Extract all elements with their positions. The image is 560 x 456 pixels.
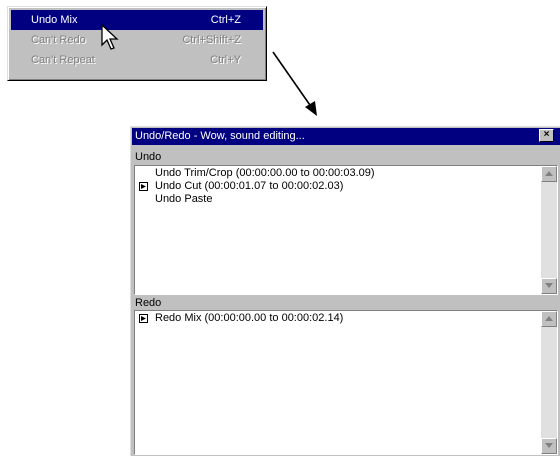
menu-item-shortcut: Ctrl+Z (210, 14, 241, 26)
menu-item-undo-mix[interactable]: Undo Mix Ctrl+Z (11, 10, 263, 30)
undo-scrollbar[interactable] (541, 166, 557, 294)
undo-list-item[interactable]: Undo Paste (135, 193, 540, 206)
undo-list[interactable]: Undo Trim/Crop (00:00:00.00 to 00:00:03.… (134, 165, 558, 295)
menu-item-shortcut: Ctrl+Y (210, 54, 241, 66)
scroll-up-arrow-icon (545, 316, 553, 321)
window-title: Undo/Redo - Wow, sound editing... (135, 130, 305, 142)
undo-section-label: Undo (135, 151, 162, 163)
menu-item-shortcut: Ctrl+Shift+Z (182, 34, 241, 46)
menu-item-cant-repeat[interactable]: Can't Repeat Ctrl+Y (11, 50, 263, 70)
mouse-pointer-icon (101, 24, 119, 50)
window-title-bar[interactable]: Undo/Redo - Wow, sound editing... (132, 128, 560, 145)
menu-item-label: Can't Repeat (31, 54, 95, 66)
undo-redo-window: Undo/Redo - Wow, sound editing... × Undo… (130, 126, 560, 456)
current-position-marker-icon (139, 314, 148, 323)
redo-list-item-label: Redo Mix (00:00:00.00 to 00:00:02.14) (155, 312, 344, 324)
callout-arrow-icon (272, 51, 317, 116)
current-position-marker-icon (139, 182, 148, 191)
menu-item-label: Undo Mix (31, 14, 78, 26)
redo-list-rows: Redo Mix (00:00:00.00 to 00:00:02.14) (135, 311, 540, 454)
undo-list-item-label: Undo Paste (155, 193, 213, 205)
redo-list[interactable]: Redo Mix (00:00:00.00 to 00:00:02.14) (134, 310, 558, 455)
scroll-up-button[interactable] (541, 166, 557, 182)
undo-list-rows: Undo Trim/Crop (00:00:00.00 to 00:00:03.… (135, 166, 540, 294)
undo-list-item-label: Undo Cut (00:00:01.07 to 00:00:02.03) (155, 180, 344, 192)
menu-item-cant-redo[interactable]: Can't Redo Ctrl+Shift+Z (11, 30, 263, 50)
redo-section-label: Redo (135, 297, 162, 309)
scroll-up-button[interactable] (541, 311, 557, 327)
edit-menu: Undo Mix Ctrl+Z Can't Redo Ctrl+Shift+Z … (7, 6, 267, 81)
redo-list-item[interactable]: Redo Mix (00:00:00.00 to 00:00:02.14) (135, 312, 540, 325)
undo-list-item[interactable]: Undo Cut (00:00:01.07 to 00:00:02.03) (135, 180, 540, 193)
undo-list-item[interactable]: Undo Trim/Crop (00:00:00.00 to 00:00:03.… (135, 167, 540, 180)
close-button[interactable]: × (539, 129, 554, 142)
menu-item-label: Can't Redo (31, 34, 86, 46)
redo-scrollbar[interactable] (541, 311, 557, 454)
scroll-down-button[interactable] (541, 438, 557, 454)
close-icon: × (543, 129, 550, 140)
scroll-down-button[interactable] (541, 278, 557, 294)
scroll-down-arrow-icon (545, 283, 553, 288)
scroll-up-arrow-icon (545, 171, 553, 176)
undo-list-item-label: Undo Trim/Crop (00:00:00.00 to 00:00:03.… (155, 167, 375, 179)
